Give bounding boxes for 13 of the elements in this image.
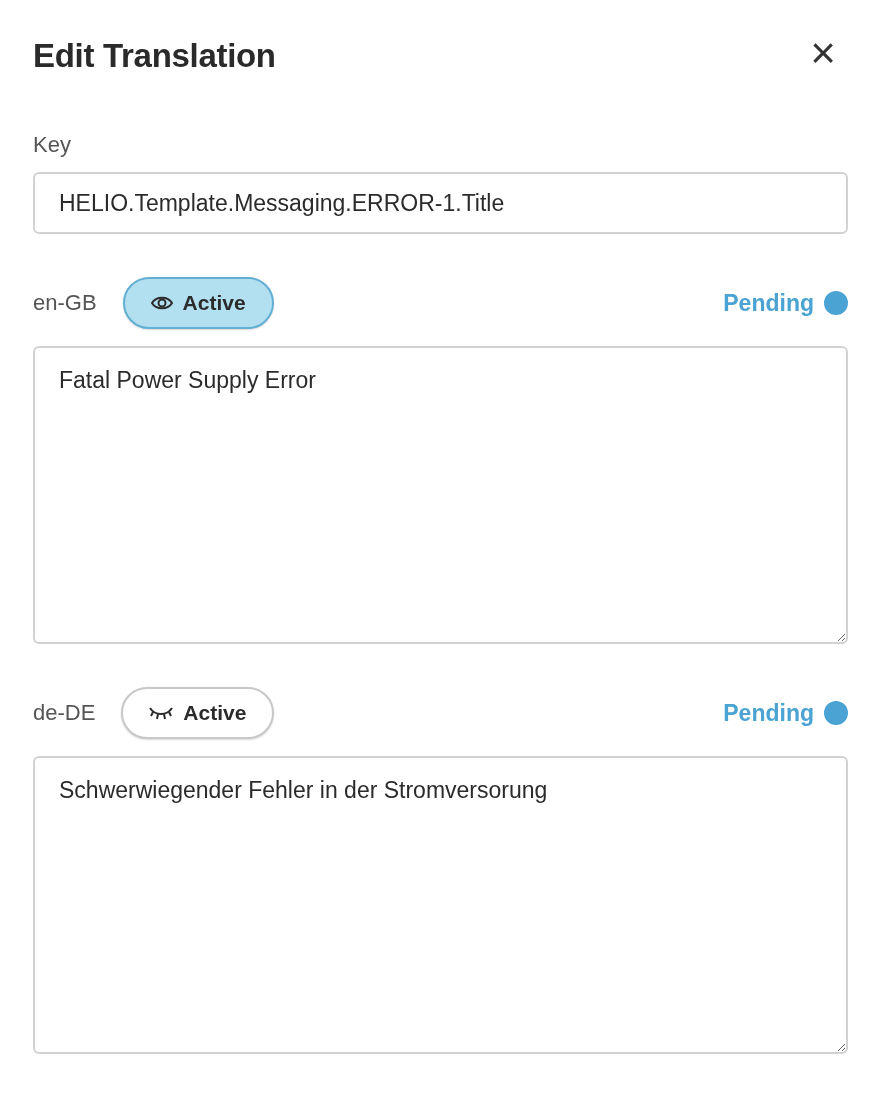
locale-label: de-DE bbox=[33, 700, 96, 726]
active-toggle[interactable]: Active bbox=[121, 687, 275, 739]
dialog-title: Edit Translation bbox=[33, 37, 276, 75]
close-button[interactable]: × bbox=[810, 31, 848, 81]
locale-label: en-GB bbox=[33, 290, 97, 316]
key-input[interactable]: HELIO.Template.Messaging.ERROR-1.Title bbox=[33, 172, 848, 234]
status-label: Pending bbox=[723, 699, 814, 727]
field-label: Key bbox=[33, 132, 72, 158]
status-label: Pending bbox=[723, 289, 814, 317]
active-toggle[interactable]: Active bbox=[122, 277, 274, 329]
translation-textarea[interactable]: Fatal Power Supply Error bbox=[33, 346, 848, 644]
translation-textarea[interactable]: Schwerwiegender Fehler in der Stromversorung bbox=[33, 756, 848, 1054]
eye-icon bbox=[150, 295, 173, 311]
